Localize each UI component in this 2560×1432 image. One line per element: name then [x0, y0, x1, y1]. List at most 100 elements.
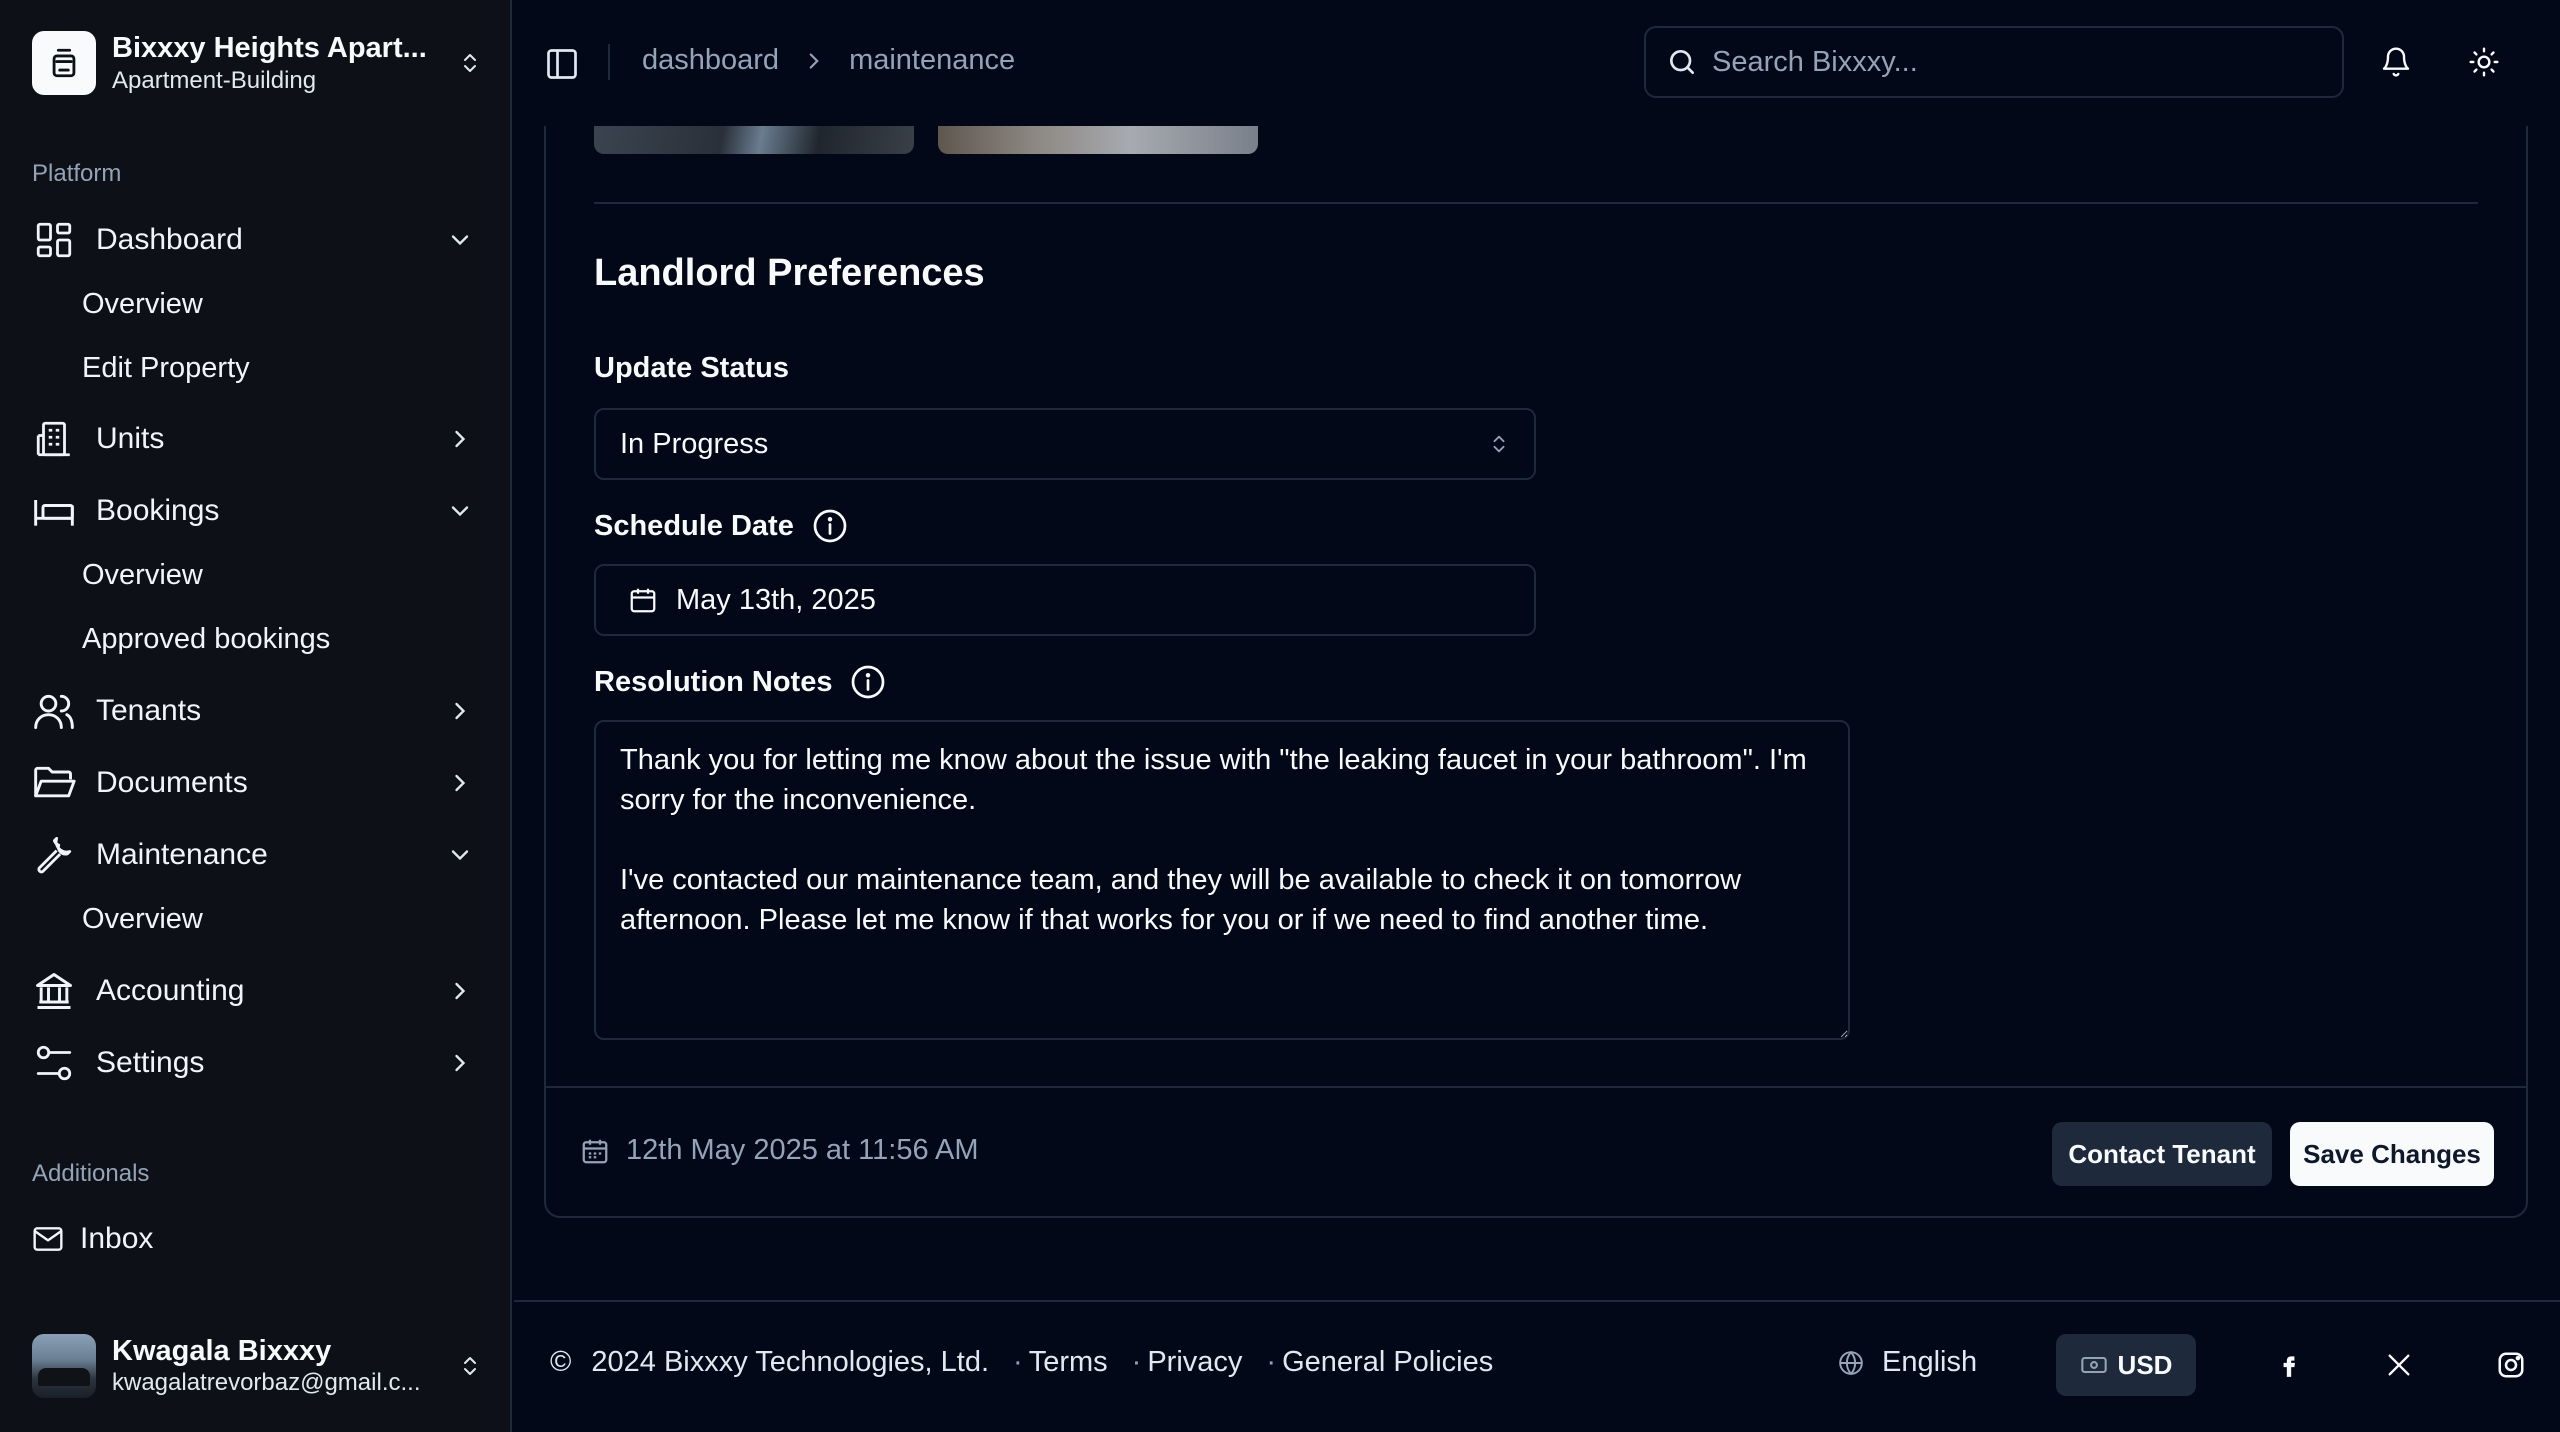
sidebar-item-label: Accounting — [96, 974, 245, 1007]
sidebar-item-label: Tenants — [96, 694, 202, 727]
sidebar-item-units[interactable]: Units — [32, 411, 482, 467]
notes-label: Resolution Notes — [594, 664, 886, 700]
contact-tenant-button[interactable]: Contact Tenant — [2052, 1122, 2272, 1186]
x-icon — [2388, 1354, 2410, 1376]
org-switcher[interactable]: Bixxxy Heights Apart... Apartment-Buildi… — [32, 30, 482, 96]
footer-link-privacy[interactable]: Privacy — [1147, 1346, 1242, 1379]
divider — [544, 1086, 2528, 1088]
footer-copyright: © 2024 Bixxxy Technologies, Ltd. · Terms… — [550, 1346, 1494, 1379]
breadcrumb-dashboard[interactable]: dashboard — [642, 44, 779, 77]
sidebar-item-inbox[interactable]: Inbox — [32, 1211, 482, 1267]
schedule-date-picker[interactable]: May 13th, 2025 — [594, 564, 1536, 636]
chevrons-up-down-icon — [464, 1357, 476, 1375]
status-select[interactable]: In Progress — [594, 408, 1536, 480]
dashboard-grid-icon — [32, 218, 76, 262]
section-label-platform: Platform — [32, 160, 122, 187]
info-icon[interactable] — [812, 508, 848, 544]
sidebar-item-label: Inbox — [80, 1222, 154, 1255]
x-link[interactable] — [2382, 1348, 2416, 1382]
footer-link-general-policies[interactable]: General Policies — [1282, 1346, 1493, 1379]
section-title: Landlord Preferences — [594, 252, 985, 294]
schedule-date-value: May 13th, 2025 — [676, 583, 876, 616]
sidebar-item-label: Documents — [96, 766, 248, 799]
currency-selector[interactable]: USD — [2056, 1334, 2196, 1396]
sidebar-item-bookings[interactable]: Bookings — [32, 483, 482, 539]
search-input[interactable] — [1712, 45, 2312, 79]
sidebar-item-accounting[interactable]: Accounting — [32, 963, 482, 1019]
user-menu[interactable]: Kwagala Bixxxy kwagalatrevorbaz@gmail.c.… — [32, 1332, 482, 1400]
sidebar-item-settings[interactable]: Settings — [32, 1035, 482, 1091]
sidebar-subitem-bookings-overview[interactable]: Overview — [82, 550, 203, 600]
timestamp-text: 12th May 2025 at 11:56 AM — [626, 1134, 979, 1166]
chevron-right-icon — [455, 702, 466, 720]
save-changes-button[interactable]: Save Changes — [2290, 1122, 2494, 1186]
chevron-right-icon — [809, 52, 819, 69]
notes-label-text: Resolution Notes — [594, 665, 833, 698]
users-icon — [32, 689, 76, 733]
bed-icon — [32, 489, 76, 533]
search-icon — [1670, 50, 1694, 74]
sidebar-subitem-maintenance-overview[interactable]: Overview — [82, 894, 203, 944]
language-value: English — [1882, 1346, 1978, 1378]
notifications-button[interactable] — [2376, 42, 2416, 82]
theme-toggle-button[interactable] — [2464, 42, 2504, 82]
building-icon — [32, 417, 76, 461]
attachment-image[interactable] — [938, 126, 1258, 154]
chevron-right-icon — [455, 430, 466, 448]
chevrons-up-down-icon — [464, 54, 476, 72]
user-name: Kwagala Bixxxy — [112, 1335, 332, 1367]
bank-icon — [32, 969, 76, 1013]
info-icon[interactable] — [850, 664, 886, 700]
chevron-down-icon — [451, 235, 469, 246]
globe-icon — [1839, 1350, 1863, 1375]
sidebar-toggle-icon[interactable] — [544, 46, 580, 82]
resolution-notes-textarea[interactable]: Thank you for letting me know about the … — [594, 720, 1850, 1040]
sidebar-subitem-dashboard-overview[interactable]: Overview — [82, 279, 203, 329]
chevron-down-icon — [451, 506, 469, 517]
sidebar: Bixxxy Heights Apart... Apartment-Buildi… — [0, 0, 512, 1432]
folder-open-icon — [32, 761, 76, 805]
avatar — [32, 1334, 96, 1398]
sidebar-subitem-edit-property[interactable]: Edit Property — [82, 343, 250, 393]
instagram-icon — [2498, 1352, 2524, 1378]
footer-link-terms[interactable]: Terms — [1029, 1346, 1108, 1379]
chevron-right-icon — [455, 982, 466, 1000]
mail-icon — [32, 1223, 64, 1255]
sidebar-item-label: Bookings — [96, 494, 220, 527]
section-label-additionals: Additionals — [32, 1160, 150, 1187]
facebook-link[interactable] — [2272, 1348, 2306, 1382]
chevron-right-icon — [455, 1054, 466, 1072]
schedule-label-text: Schedule Date — [594, 509, 794, 542]
top-header: dashboard maintenance — [514, 0, 2560, 126]
status-select-value: In Progress — [620, 427, 769, 460]
user-email: kwagalatrevorbaz@gmail.c... — [112, 1369, 421, 1396]
org-name: Bixxxy Heights Apart... — [112, 32, 427, 64]
sidebar-item-label: Settings — [96, 1046, 205, 1079]
attachment-image[interactable] — [594, 126, 914, 154]
sidebar-item-tenants[interactable]: Tenants — [32, 683, 482, 739]
bell-icon — [2382, 47, 2410, 77]
sidebar-item-dashboard[interactable]: Dashboard — [32, 212, 482, 268]
sidebar-subitem-approved-bookings[interactable]: Approved bookings — [82, 614, 330, 664]
calendar-icon — [582, 1139, 608, 1163]
language-selector[interactable]: English — [1838, 1346, 1977, 1379]
schedule-label: Schedule Date — [594, 508, 848, 544]
sidebar-item-maintenance[interactable]: Maintenance — [32, 827, 482, 883]
sidebar-item-label: Units — [96, 422, 165, 455]
instagram-link[interactable] — [2494, 1348, 2528, 1382]
status-label-text: Update Status — [594, 352, 789, 384]
currency-value: USD — [2117, 1349, 2173, 1380]
sliders-icon — [32, 1041, 76, 1085]
sidebar-item-documents[interactable]: Documents — [32, 755, 482, 811]
copyright-text: 2024 Bixxxy Technologies, Ltd. — [591, 1346, 990, 1378]
search-bar[interactable] — [1644, 26, 2344, 98]
breadcrumb-maintenance: maintenance — [849, 44, 1016, 76]
calendar-icon — [630, 588, 656, 613]
chevron-down-icon — [451, 850, 469, 861]
chevrons-up-down-icon — [1493, 435, 1505, 453]
breadcrumb: dashboard maintenance — [642, 44, 1015, 77]
divider — [514, 1300, 2560, 1302]
created-timestamp: 12th May 2025 at 11:56 AM — [580, 1134, 979, 1167]
building-icon — [32, 31, 96, 95]
banknote-icon — [2080, 1356, 2107, 1374]
